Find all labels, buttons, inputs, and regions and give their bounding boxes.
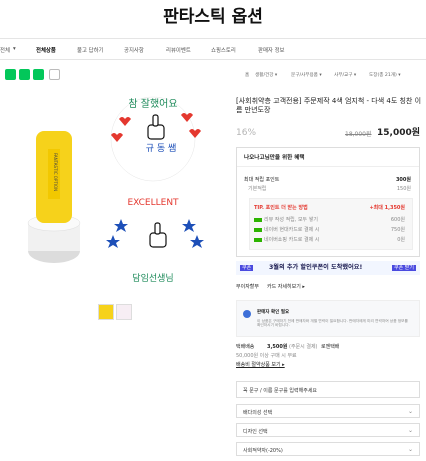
nav-notice[interactable]: 공지사항 bbox=[124, 46, 144, 54]
option-select-2[interactable]: 디자인 선택 ⌄ bbox=[236, 423, 420, 437]
chevron-down-icon[interactable]: ▾ bbox=[13, 46, 16, 52]
tip-row-1: 리뷰 작성 적립, 모두 쌓기 bbox=[264, 217, 318, 223]
stamp-text-bottom: 담임선생님 bbox=[132, 272, 173, 284]
shopping-icon[interactable] bbox=[33, 69, 44, 80]
notice-title: 판매자 확인 필요 bbox=[257, 310, 290, 315]
thumbnail-2[interactable] bbox=[116, 304, 132, 320]
breadcrumb-item-2[interactable]: 문구/사무용품 ▾ bbox=[291, 72, 322, 78]
store-nav: 전체 ▾ 전체상품 불고 답하기 공지사항 리뷰이벤트 쇼핑스토리 판매자 정보 bbox=[0, 38, 426, 60]
option-select-1[interactable]: 배다의성 선택 ⌄ bbox=[236, 404, 420, 418]
seller-notice: 판매자 확인 필요 이 상품은 구매하기 전에 판매자와 개별 연락이 필요합니… bbox=[236, 300, 420, 337]
talk-icon[interactable] bbox=[19, 69, 30, 80]
stamp-text-middle: 규 동 쌤 bbox=[146, 143, 177, 154]
shipping-company: 로젠택배 bbox=[321, 344, 340, 350]
coupon-banner[interactable]: 쿠폰 3월의 추가 할인쿠폰이 도착했어요! 쿠폰 받기 bbox=[236, 261, 420, 275]
stamp-device-image: FANTASTIC OPTION bbox=[27, 131, 81, 263]
thumbnail-1[interactable] bbox=[98, 304, 114, 320]
chevron-down-icon: ⌄ bbox=[407, 427, 413, 434]
option-prompt: 꼭 문구 / 이름 문구를 입력해주세요 bbox=[243, 388, 318, 394]
discount-rate: 16% bbox=[236, 128, 257, 138]
installment-label: 무이자할부 bbox=[236, 284, 260, 290]
notice-text: 이 상품은 구매하기 전에 판매자와 개별 연락이 필요합니다. 판매자에게 미… bbox=[257, 319, 408, 328]
tip-row-1-value: 600원 bbox=[390, 217, 405, 223]
product-title: [사회취약층 고객전용] 주문제작 4색 엄지척 - 다색 4도 칭찬 이름 만… bbox=[236, 97, 422, 115]
tip-row-2: 네이버 현대카드로 결제 시 bbox=[264, 227, 320, 233]
nav-review-event[interactable]: 리뷰이벤트 bbox=[166, 46, 191, 54]
badge-icon bbox=[254, 217, 262, 222]
coupon-text: 3월의 추가 할인쿠폰이 도착했어요! bbox=[269, 264, 363, 271]
tip-label: TIP. 포인트 더 받는 방법 bbox=[254, 205, 308, 211]
stamp-label: FANTASTIC OPTION bbox=[53, 153, 58, 191]
badge-icon bbox=[254, 227, 262, 232]
product-image: 참 잘했어요 규 동 쌤 EXCELLENT 담임선생님 bbox=[93, 91, 225, 293]
coupon-download-button[interactable]: 쿠폰 받기 bbox=[392, 265, 416, 271]
benefit-header: 나오나고님만을 위한 혜택 bbox=[244, 155, 305, 161]
option-select-3-label: 사회적약자(-20%) bbox=[243, 448, 283, 454]
shipping-saving-link[interactable]: 배송비 절약상품 보기 ▸ bbox=[236, 362, 285, 368]
nav-all-products[interactable]: 전체상품 bbox=[36, 46, 56, 54]
nav-all-menu[interactable]: 전체 bbox=[0, 46, 10, 54]
installment-link[interactable]: 카드 자세히보기 ▸ bbox=[267, 284, 305, 290]
sale-price: 15,000원 bbox=[377, 128, 421, 138]
option-select-3[interactable]: 사회적약자(-20%) ⌄ bbox=[236, 442, 420, 456]
info-icon bbox=[243, 310, 251, 318]
breadcrumb-item-3[interactable]: 사무/교구 ▾ bbox=[334, 72, 356, 78]
option-select-1-label: 배다의성 선택 bbox=[243, 410, 273, 416]
shipping-note: 50,000원 이상 구매 시 무료 bbox=[236, 353, 297, 359]
tip-row-3-value: 0원 bbox=[397, 237, 405, 243]
tip-row-3: 네이버쇼핑 카드로 결제 시 bbox=[264, 237, 320, 243]
breadcrumb-item-1[interactable]: 생활/건강 ▾ bbox=[255, 72, 277, 78]
stamp-text-excellent: EXCELLENT bbox=[127, 198, 179, 208]
points-label: 최대 적립 포인트 bbox=[244, 177, 280, 183]
shipping-price: 3,500원 bbox=[267, 344, 288, 350]
tip-value: +최대 1,350원 bbox=[369, 205, 405, 211]
tip-row-2-value: 750원 bbox=[390, 227, 405, 233]
share-icon[interactable] bbox=[5, 69, 16, 80]
original-price: 18,000원 bbox=[345, 131, 372, 138]
shipping-label: 택배배송 bbox=[236, 344, 255, 350]
refresh-icon[interactable] bbox=[49, 69, 60, 80]
coupon-badge: 쿠폰 bbox=[240, 265, 254, 271]
option-text-input[interactable]: 꼭 문구 / 이름 문구를 입력해주세요 bbox=[236, 381, 420, 398]
nav-seller-info[interactable]: 판매자 정보 bbox=[258, 46, 285, 54]
badge-icon bbox=[254, 237, 262, 242]
chevron-down-icon: ⌄ bbox=[407, 408, 413, 415]
stamp-text-top: 참 잘했어요 bbox=[128, 97, 177, 110]
nav-qna[interactable]: 불고 답하기 bbox=[77, 46, 104, 54]
shipping-detail: (주문시 결제) bbox=[289, 344, 318, 350]
chevron-down-icon: ⌄ bbox=[407, 446, 413, 453]
points-value: 300원 bbox=[395, 177, 411, 183]
basic-points-label: 기본적립 bbox=[248, 186, 267, 192]
store-title[interactable]: 판타스틱 옵션 bbox=[0, 2, 426, 27]
benefit-panel: 나오나고님만을 위한 혜택 최대 적립 포인트 300원 기본적립 150원 T… bbox=[236, 147, 420, 257]
basic-points-value: 150원 bbox=[396, 186, 411, 192]
option-select-2-label: 디자인 선택 bbox=[243, 429, 268, 435]
breadcrumb-home[interactable]: 홈 bbox=[245, 72, 249, 78]
breadcrumb-item-4[interactable]: 도장(총 21개) ▾ bbox=[369, 72, 401, 78]
nav-shopping-story[interactable]: 쇼핑스토리 bbox=[211, 46, 236, 54]
